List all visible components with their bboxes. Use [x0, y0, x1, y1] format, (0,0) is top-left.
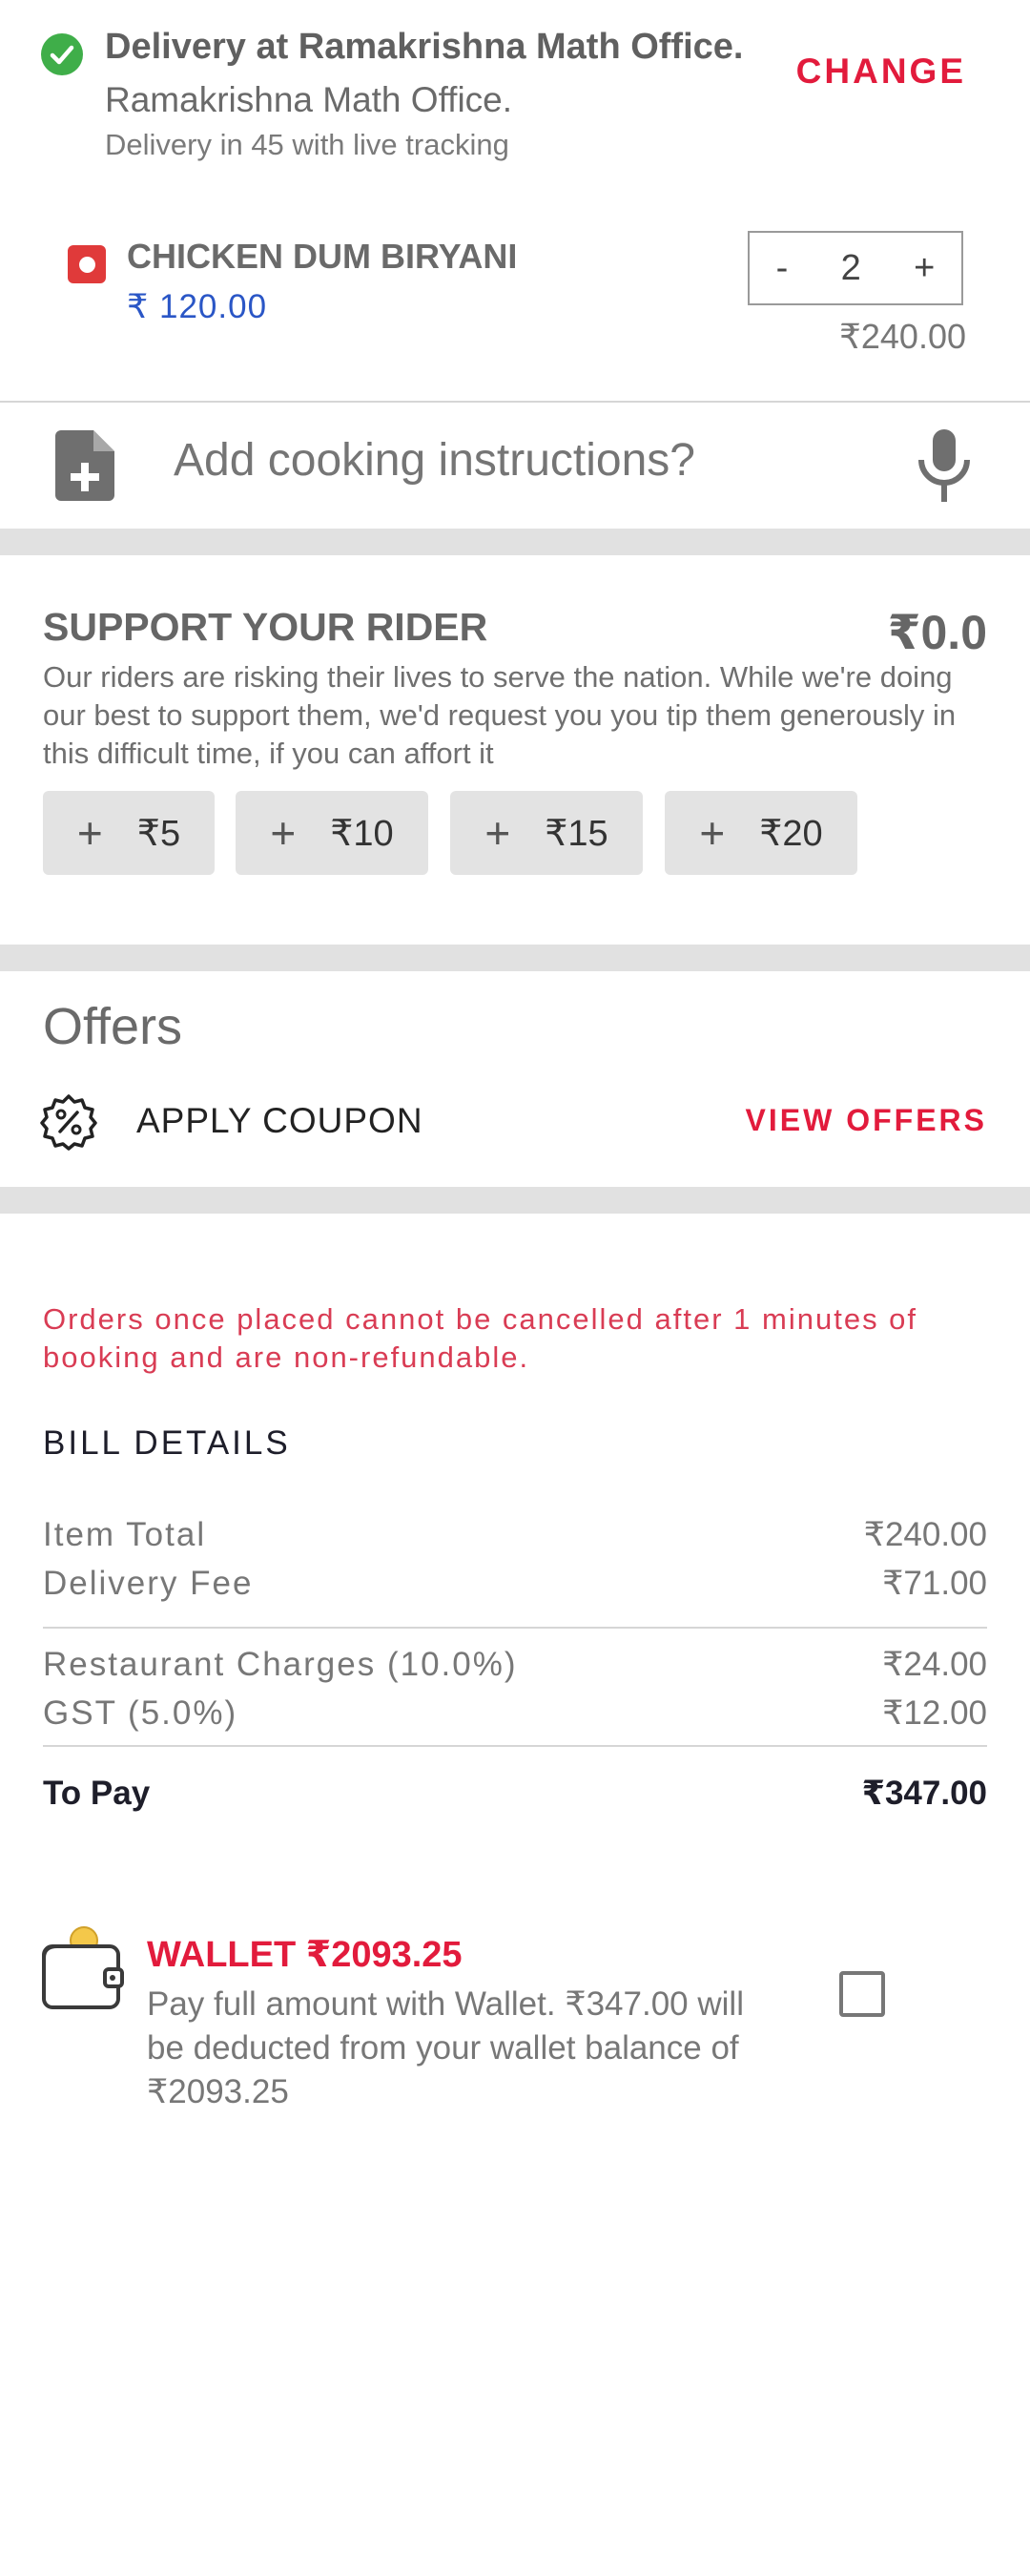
wallet-checkbox[interactable]: [839, 1971, 885, 2017]
rider-tip-amount: ₹0.0: [887, 606, 987, 659]
section-separator: [0, 945, 1030, 971]
change-address-button[interactable]: CHANGE: [796, 52, 966, 92]
bill-row-value: ₹240.00: [863, 1516, 987, 1553]
view-offers-link[interactable]: VIEW OFFERS: [746, 1103, 987, 1138]
rider-tip-description: Our riders are risking their lives to se…: [43, 660, 957, 770]
decrease-quantity-button[interactable]: -: [776, 248, 789, 289]
plus-icon: +: [76, 808, 103, 858]
item-total-price: ₹240.00: [838, 317, 966, 356]
cooking-instructions-input[interactable]: [174, 434, 841, 487]
check-circle-icon: [41, 33, 83, 75]
plus-icon: +: [270, 808, 297, 858]
plus-icon: +: [699, 808, 726, 858]
tip-20-button[interactable]: + ₹20: [665, 791, 857, 875]
wallet-icon: [40, 1925, 126, 2018]
bill-row-label: Restaurant Charges (10.0%): [43, 1646, 518, 1683]
plus-icon: +: [484, 808, 511, 858]
bill-row-value: ₹71.00: [882, 1565, 987, 1602]
divider: [0, 401, 1030, 403]
bill-row-label: Delivery Fee: [43, 1565, 254, 1602]
quantity-value: 2: [840, 247, 861, 288]
item-unit-price: ₹ 120.00: [127, 288, 268, 325]
tip-5-button[interactable]: + ₹5: [43, 791, 215, 875]
section-separator: [0, 1187, 1030, 1214]
item-name: CHICKEN DUM BIRYANI: [127, 237, 518, 276]
bill-row-value: ₹24.00: [882, 1646, 987, 1683]
bill-row-value: ₹12.00: [882, 1694, 987, 1732]
wallet-balance-title: WALLET ₹2093.25: [147, 1935, 463, 1975]
to-pay-label: To Pay: [43, 1775, 151, 1812]
tip-label: ₹10: [330, 813, 394, 854]
wallet-description: Pay full amount with Wallet. ₹347.00 wil…: [147, 1985, 744, 2110]
coupon-icon: [40, 1093, 97, 1155]
delivery-address: Ramakrishna Math Office.: [105, 80, 513, 119]
rider-tip-title: SUPPORT YOUR RIDER: [43, 605, 488, 649]
apply-coupon-button[interactable]: APPLY COUPON: [136, 1101, 423, 1141]
tip-label: ₹15: [545, 813, 608, 854]
divider: [43, 1745, 987, 1747]
section-separator: [0, 529, 1030, 555]
offers-title: Offers: [43, 998, 183, 1055]
tip-label: ₹5: [136, 813, 181, 854]
mic-icon[interactable]: [916, 429, 973, 507]
tip-10-button[interactable]: + ₹10: [236, 791, 428, 875]
cancellation-notice: Orders once placed cannot be cancelled a…: [43, 1302, 918, 1374]
add-note-icon[interactable]: [55, 430, 114, 506]
bill-row-label: GST (5.0%): [43, 1694, 238, 1732]
increase-quantity-button[interactable]: +: [914, 248, 935, 289]
delivery-eta: Delivery in 45 with live tracking: [105, 128, 509, 161]
tip-15-button[interactable]: + ₹15: [450, 791, 643, 875]
delivery-title: Delivery at Ramakrishna Math Office.: [105, 27, 744, 67]
bill-details-title: BILL DETAILS: [43, 1424, 291, 1462]
non-veg-icon: [68, 245, 106, 283]
tip-label: ₹20: [759, 813, 823, 854]
bill-row-label: Item Total: [43, 1516, 207, 1553]
divider: [43, 1627, 987, 1629]
to-pay-value: ₹347.00: [861, 1775, 987, 1812]
quantity-stepper: - 2 +: [748, 231, 963, 305]
